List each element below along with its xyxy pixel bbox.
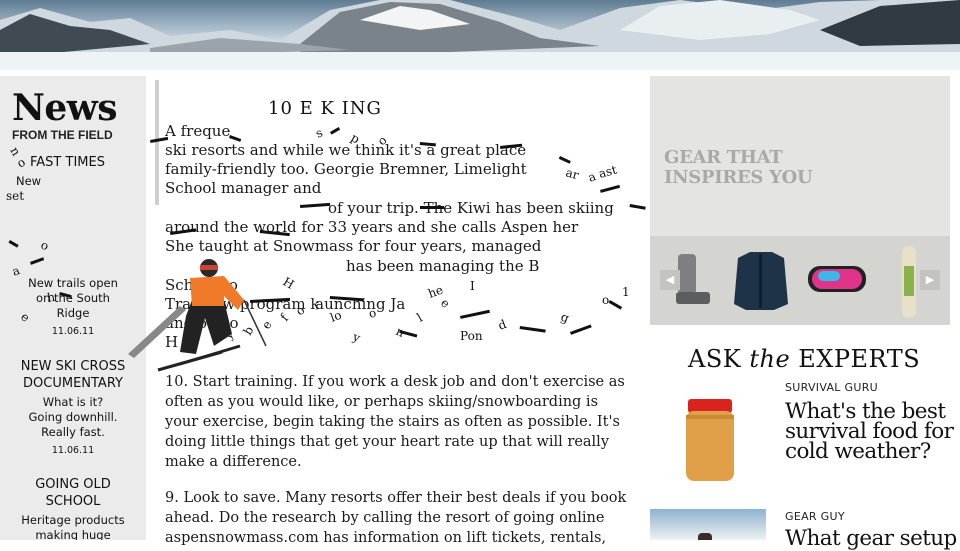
gear-prev-button[interactable]: ◀ (660, 270, 680, 290)
svg-text:e: e (259, 318, 275, 332)
ski-boot-icon (676, 254, 710, 304)
svg-text:o: o (367, 306, 378, 321)
article-paragraph-9: 9. Look to save. Many resorts offer thei… (165, 490, 627, 546)
experts-title-post: EXPERTS (790, 345, 921, 373)
svg-text:l: l (415, 310, 425, 324)
svg-text:set: set (6, 189, 24, 203)
snowboard-icon (902, 246, 916, 318)
gear-title-line2: INSPIRES YOU (664, 167, 813, 188)
gear-guy-photo (650, 509, 766, 540)
expert-question-link[interactable]: What gear setup (785, 528, 960, 550)
svg-text:I: I (470, 279, 475, 293)
svg-text:e: e (438, 296, 452, 311)
svg-text:y: y (350, 329, 362, 345)
svg-text:s: s (313, 125, 325, 140)
svg-text:r: r (311, 297, 323, 312)
svg-text:H: H (281, 274, 297, 291)
svg-text:p: p (349, 130, 363, 146)
gear-promo-panel[interactable]: GEAR THAT INSPIRES YOU ◀ ▶ (650, 76, 950, 325)
experts-title-the: the (749, 345, 791, 373)
svg-text:lo: lo (328, 308, 343, 325)
expert-category: GEAR GUY (785, 510, 845, 523)
gear-next-button[interactable]: ▶ (920, 270, 940, 290)
svg-text:g: g (559, 310, 571, 326)
expert-question-link[interactable]: What's the best survival food for cold w… (785, 401, 960, 463)
svg-text:he: he (426, 283, 445, 301)
svg-text:h: h (46, 290, 56, 305)
svg-text:a: a (10, 263, 22, 279)
svg-text:o: o (293, 303, 308, 318)
svg-text:o: o (15, 155, 28, 171)
svg-text:ar: ar (564, 165, 580, 182)
svg-text:o: o (602, 293, 609, 307)
skier-illustration (128, 259, 267, 372)
experts-title-pre: ASK (688, 345, 750, 373)
gear-title: GEAR THAT INSPIRES YOU (664, 147, 813, 188)
svg-text:e: e (18, 310, 32, 325)
jacket-icon (734, 252, 788, 310)
peanut-butter-jar-image (686, 399, 734, 481)
goggles-icon (808, 266, 866, 292)
experts-title: ASK the EXPERTS (688, 345, 920, 373)
svg-text:o: o (375, 133, 390, 148)
svg-text:f: f (278, 310, 293, 324)
svg-text:o: o (39, 238, 51, 254)
article-paragraph-10: 10. Start training. If you work a desk j… (165, 374, 625, 470)
svg-text:a: a (586, 169, 598, 185)
svg-text:ast: ast (597, 163, 618, 181)
svg-text:1: 1 (622, 285, 630, 299)
gear-title-line1: GEAR THAT (664, 147, 783, 168)
svg-text:b: b (240, 324, 256, 338)
svg-text:Pon: Pon (460, 329, 483, 343)
svg-text:d: d (496, 317, 508, 333)
expert-category: SURVIVAL GURU (785, 381, 878, 394)
gear-carousel (650, 236, 950, 325)
